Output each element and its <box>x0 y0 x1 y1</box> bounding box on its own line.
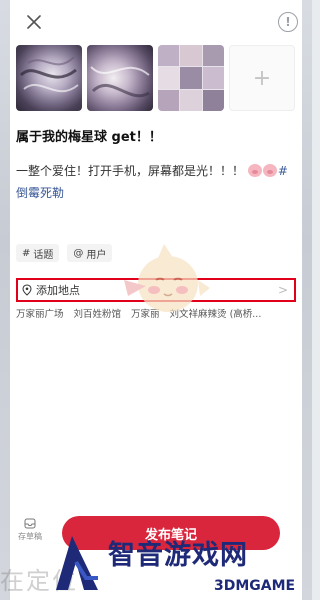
save-draft-label: 存草稿 <box>18 532 42 541</box>
user-chip[interactable]: @ 用户 <box>67 244 113 262</box>
pig-emoji-icon <box>247 164 262 177</box>
info-icon: ! <box>285 15 291 29</box>
at-icon: @ <box>73 247 84 259</box>
planet-image-2[interactable] <box>87 45 153 111</box>
plus-icon: + <box>252 65 272 91</box>
background-right-strip <box>302 0 312 600</box>
publish-button[interactable]: 发布笔记 <box>62 516 280 550</box>
save-draft-button[interactable]: 存草稿 <box>14 518 46 542</box>
image-strip: + <box>16 45 295 111</box>
user-chip-label: 用户 <box>86 249 107 261</box>
close-button[interactable] <box>22 10 46 34</box>
topic-chip-label: 话题 <box>33 249 54 261</box>
post-title[interactable]: 属于我的梅星球 get！！ <box>16 126 162 145</box>
topic-chip[interactable]: # 话题 <box>16 244 60 262</box>
planet-image-1[interactable] <box>16 45 82 111</box>
tag-chips: # 话题 @ 用户 <box>16 244 113 262</box>
pig-emoji-icon <box>262 164 277 177</box>
publish-label: 发布笔记 <box>144 527 197 543</box>
post-editor-sheet: ! + 属于我的梅星球 get！！ 一整个爱住！打开手机，屏幕都是光！！！ #倒… <box>10 0 302 600</box>
add-image-button[interactable]: + <box>229 45 295 111</box>
draft-box-icon <box>24 518 36 529</box>
hash-icon: # <box>22 247 31 259</box>
mascot-overlay-icon <box>124 244 210 312</box>
close-icon <box>27 15 41 29</box>
post-body-text: 一整个爱住！打开手机，屏幕都是光！！！ <box>16 164 245 178</box>
location-suggestion[interactable]: 刘百姓粉馆 <box>74 306 122 320</box>
post-body[interactable]: 一整个爱住！打开手机，屏幕都是光！！！ #倒霉死勒 <box>16 160 296 204</box>
info-button[interactable]: ! <box>278 12 298 32</box>
collage-image[interactable] <box>158 45 224 111</box>
chevron-right-icon: > <box>277 283 288 297</box>
location-suggestion[interactable]: 万家丽广场 <box>16 306 64 320</box>
add-location-label: 添加地点 <box>36 284 80 297</box>
location-pin-icon <box>22 284 32 296</box>
background-left-strip <box>0 0 10 600</box>
